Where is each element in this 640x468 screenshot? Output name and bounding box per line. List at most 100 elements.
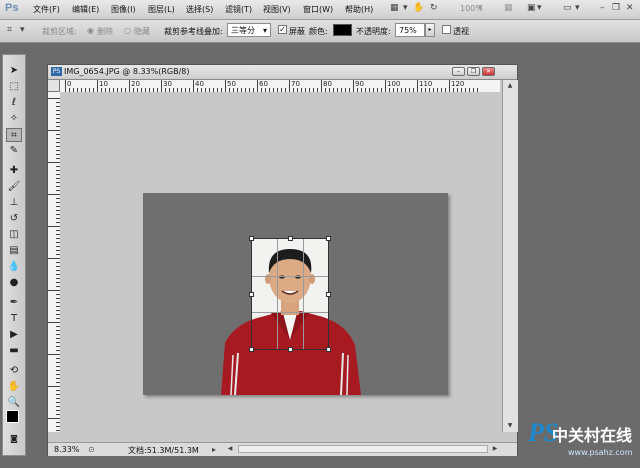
chevron-down-icon[interactable]: ▾ [575,3,580,15]
menu-filter[interactable]: 滤镜(T) [225,4,252,15]
menu-help[interactable]: 帮助(H) [345,4,373,15]
bridge-icon[interactable]: ▦ [390,3,399,15]
screen-mode-icon[interactable]: ▭ [563,3,572,15]
crop-handle-top-right[interactable] [326,236,331,241]
blur-tool-icon[interactable]: 💧 [6,260,22,274]
opacity-input[interactable]: 75% [395,23,425,37]
ruler-tick [48,354,60,355]
crop-frame[interactable] [249,236,331,352]
status-zoom[interactable]: 8.33% [54,445,79,454]
menu-view[interactable]: 视图(V) [263,4,291,15]
minimize-icon[interactable]: – [452,67,465,76]
chevron-down-icon[interactable]: ▾ [478,3,483,15]
menu-layer[interactable]: 图层(L) [148,4,175,15]
ruler-label: 0 [67,80,72,88]
ruler-tick [48,130,60,131]
crop-handle-bottom-left[interactable] [249,347,254,352]
ruler-tick [321,80,322,92]
color-swatch-fill [334,25,351,35]
opacity-label: 不透明度: [356,27,391,36]
move-tool-icon[interactable]: ➤ [6,64,22,78]
shape-tool-icon[interactable]: ▬ [6,344,22,358]
hide-radio-icon[interactable]: ○ [124,26,131,35]
arrange-documents-icon[interactable]: ▣ [527,3,536,15]
close-icon[interactable]: ✕ [482,67,495,76]
menu-image[interactable]: 图像(I) [111,4,136,15]
eyedropper-tool-icon[interactable]: ✎ [6,144,22,158]
scroll-down-icon[interactable]: ▼ [505,421,515,431]
crop-handle-right[interactable] [326,292,331,297]
color-label: 颜色: [309,27,328,36]
chevron-down-icon[interactable]: ▾ [20,25,25,37]
document-icon: PS [51,67,62,76]
chevron-down-icon[interactable]: ▾ [537,3,542,15]
crop-handle-bottom[interactable] [288,347,293,352]
scroll-up-icon[interactable]: ▲ [505,81,515,91]
marquee-tool-icon[interactable]: ⬚ [6,80,22,94]
healing-brush-tool-icon[interactable]: ✚ [6,164,22,178]
opacity-slider-button[interactable]: ▸ [425,23,435,37]
watermark-url: www.psahz.com [568,448,633,457]
ruler-origin[interactable] [48,80,60,92]
close-icon[interactable]: ✕ [626,3,634,15]
zoom-tool-icon[interactable]: 🔍 [6,396,22,410]
color-swatch[interactable] [333,24,352,36]
restore-icon[interactable]: ❐ [467,67,480,76]
hand-tool-icon[interactable]: ✋ [6,380,22,394]
menu-bar: Ps 文件(F) 编辑(E) 图像(I) 图层(L) 选择(S) 滤镜(T) 视… [0,0,640,20]
ruler-label: 80 [323,80,332,88]
clone-stamp-tool-icon[interactable]: ⊥ [6,196,22,210]
crop-handle-top[interactable] [288,236,293,241]
crop-handle-bottom-right[interactable] [326,347,331,352]
type-tool-icon[interactable]: T [6,312,22,326]
status-document-size: 文档:51.3M/51.3M [128,446,199,455]
menu-edit[interactable]: 编辑(E) [72,4,99,15]
crop-guide-line [277,239,279,349]
overlay-select[interactable]: 三等分 ▾ [227,23,271,37]
status-bar: 8.33% ⊙ 文档:51.3M/51.3M ▸ ◀ ▶ [48,442,517,456]
ruler-tick [97,80,98,92]
restore-icon[interactable]: ❐ [612,3,620,15]
gradient-tool-icon[interactable]: ▤ [6,244,22,258]
crop-handle-left[interactable] [249,292,254,297]
delete-radio-icon[interactable]: ◉ [87,26,94,35]
horizontal-scrollbar[interactable] [238,445,488,453]
brush-tool-icon[interactable]: 🖌 [6,180,22,194]
history-brush-tool-icon[interactable]: ↺ [6,212,22,226]
canvas-area[interactable] [60,92,502,442]
perspective-checkbox[interactable] [442,25,451,34]
rotate-view-icon[interactable]: ↻ [430,3,438,15]
hand-icon[interactable]: ✋ [413,3,424,15]
crop-tool-icon[interactable]: ⌗ [7,25,12,37]
vertical-scrollbar[interactable]: ▲ ▼ [502,80,518,432]
foreground-color-swatch[interactable] [6,410,19,423]
scroll-right-icon[interactable]: ▶ [490,444,500,454]
dodge-tool-icon[interactable]: ● [6,276,22,290]
ruler-label: 50 [227,80,236,88]
grid-icon[interactable]: ▦ [504,3,513,15]
ruler-tick [193,80,194,92]
pen-tool-icon[interactable]: ✒ [6,296,22,310]
eraser-tool-icon[interactable]: ◫ [6,228,22,242]
path-selection-tool-icon[interactable]: ▶ [6,328,22,342]
status-info-icon[interactable]: ⊙ [88,445,95,454]
minimize-icon[interactable]: – [600,3,605,15]
shield-checkbox[interactable]: ✓ [278,25,287,34]
crop-handle-top-left[interactable] [249,236,254,241]
chevron-down-icon[interactable]: ▾ [403,3,408,15]
quick-mask-icon[interactable]: ◙ [6,432,22,446]
lasso-tool-icon[interactable]: ℓ [6,96,22,110]
chevron-right-icon[interactable]: ▸ [212,445,216,454]
photo[interactable] [143,193,448,395]
scroll-left-icon[interactable]: ◀ [225,444,235,454]
crop-guide-line [252,312,328,314]
menu-file[interactable]: 文件(F) [33,4,60,15]
ruler-label: 90 [355,80,364,88]
menu-window[interactable]: 窗口(W) [303,4,333,15]
ruler-tick [48,226,60,227]
menu-select[interactable]: 选择(S) [186,4,213,15]
document-title-bar[interactable]: PS IMG_0654.JPG @ 8.33%(RGB/8) – ❐ ✕ [48,65,517,80]
3d-rotate-tool-icon[interactable]: ⟲ [6,364,22,378]
magic-wand-tool-icon[interactable]: ✧ [6,112,22,126]
crop-tool-icon[interactable]: ⌗ [6,128,22,142]
